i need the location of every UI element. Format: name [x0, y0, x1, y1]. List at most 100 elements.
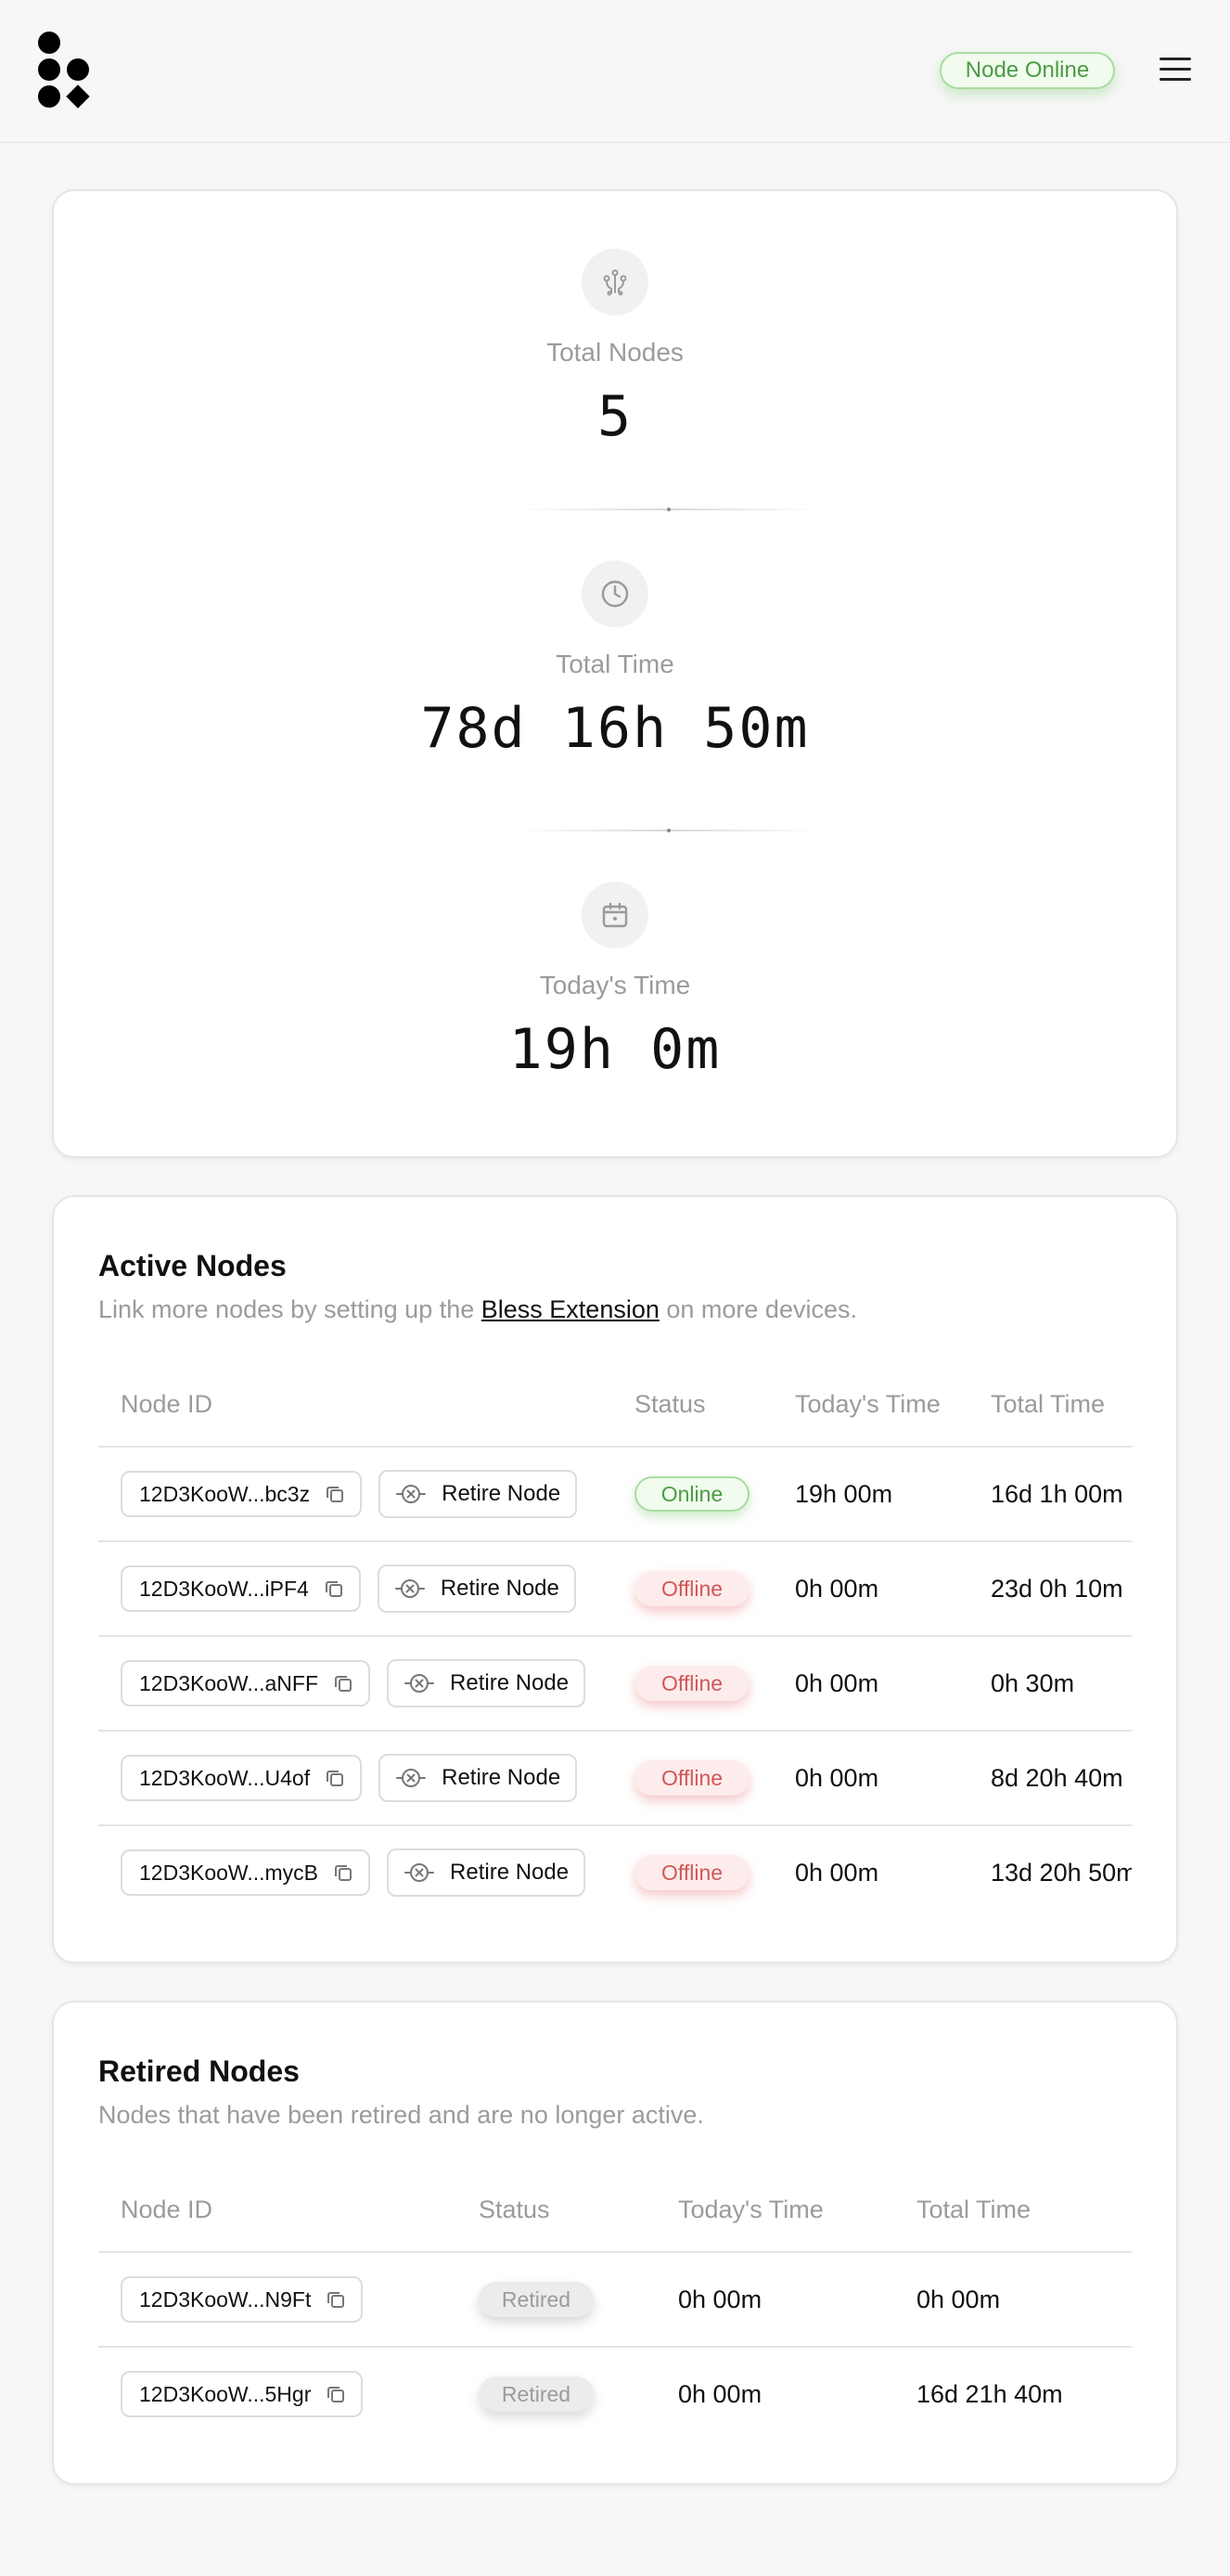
node-id-cell: 12D3KooW...5Hgr	[121, 2348, 364, 2441]
table-row: 12D3KooW...5Hgr Retired 0h 00m 16d 21h 40m	[98, 2348, 1132, 2442]
node-id-chip[interactable]: 12D3KooW...aNFF	[121, 1660, 371, 1707]
status-cell: Retired	[479, 2253, 594, 2346]
total-nodes-value: 5	[596, 384, 634, 449]
column-header-total-time: Total Time	[991, 1390, 1106, 1418]
calendar-icon	[582, 882, 648, 948]
retired-nodes-card: Retired Nodes Nodes that have been retir…	[52, 2001, 1178, 2485]
node-id-chip[interactable]: 12D3KooW...U4of	[121, 1755, 363, 1801]
table-header: Node ID Status Today's Time Total Time	[98, 1370, 1132, 1448]
node-id-chip[interactable]: 12D3KooW...iPF4	[121, 1565, 361, 1612]
node-id-chip[interactable]: 12D3KooW...5Hgr	[121, 2371, 364, 2417]
copy-icon[interactable]	[333, 1673, 353, 1694]
retire-node-button[interactable]: Retire Node	[378, 1754, 578, 1802]
retire-icon	[404, 1861, 450, 1885]
table-row: 12D3KooW...N9Ft Retired 0h 00m 0h 00m	[98, 2253, 1132, 2348]
total-time-stat: Total Time 78d 16h 50m	[54, 560, 1176, 761]
active-nodes-subtitle: Link more nodes by setting up the Bless …	[98, 1295, 857, 1324]
node-id-text: 12D3KooW...5Hgr	[139, 2381, 312, 2406]
todays-time-value: 19h 0m	[508, 1017, 722, 1082]
copy-icon[interactable]	[326, 2289, 346, 2310]
active-nodes-table: Node ID Status Today's Time Total Time 1…	[98, 1370, 1132, 1926]
table-row: 12D3KooW...aNFF Retire Node Offline 0h 00m 0…	[98, 1637, 1132, 1732]
nodes-network-icon	[582, 249, 648, 316]
node-id-chip[interactable]: 12D3KooW...bc3z	[121, 1471, 363, 1517]
retired-nodes-table: Node ID Status Today's Time Total Time 1…	[98, 2175, 1132, 2446]
copy-icon[interactable]	[325, 1768, 345, 1788]
retire-node-button[interactable]: Retire Node	[387, 1848, 586, 1897]
subtitle-text: Link more nodes by setting up the	[98, 1295, 481, 1323]
total-time-cell: 16d 1h 00m	[991, 1479, 1123, 1508]
table-header: Node ID Status Today's Time Total Time	[98, 2175, 1132, 2253]
node-id-cell: 12D3KooW...mycB Retire Node	[121, 1826, 586, 1919]
total-time-value: 78d 16h 50m	[420, 696, 810, 761]
status-badge: Retired	[479, 2376, 594, 2412]
todays-time-cell: 0h 00m	[795, 1763, 879, 1792]
retire-node-button[interactable]: Retire Node	[387, 1659, 586, 1707]
status-badge: Offline	[634, 1760, 750, 1796]
status-badge: Offline	[634, 1855, 750, 1890]
node-id-text: 12D3KooW...U4of	[139, 1765, 311, 1790]
total-time-cell: 13d 20h 50m	[991, 1858, 1132, 1887]
active-nodes-card: Active Nodes Link more nodes by setting …	[52, 1195, 1178, 1964]
status-cell: Offline	[634, 1732, 750, 1824]
table-row: 12D3KooW...mycB Retire Node Offline 0h 00m 1…	[98, 1826, 1132, 1921]
todays-time-cell: 0h 00m	[678, 2379, 762, 2408]
todays-time-label: Today's Time	[539, 971, 691, 999]
retired-nodes-title: Retired Nodes	[98, 2054, 300, 2088]
todays-time-cell: 19h 00m	[795, 1479, 893, 1508]
todays-time-cell: 0h 00m	[795, 1858, 879, 1887]
copy-icon[interactable]	[324, 1578, 344, 1599]
todays-time-cell: 0h 00m	[795, 1668, 879, 1697]
subtitle-text: on more devices.	[659, 1295, 857, 1323]
node-id-cell: 12D3KooW...N9Ft	[121, 2253, 364, 2346]
node-id-text: 12D3KooW...iPF4	[139, 1576, 309, 1601]
node-id-chip[interactable]: 12D3KooW...N9Ft	[121, 2276, 364, 2323]
retire-node-button[interactable]: Retire Node	[378, 1470, 578, 1518]
table-row: 12D3KooW...iPF4 Retire Node Offline 0h 00m 2…	[98, 1542, 1132, 1637]
retire-node-label: Retire Node	[442, 1481, 561, 1506]
retire-node-button[interactable]: Retire Node	[377, 1565, 576, 1613]
active-nodes-title: Active Nodes	[98, 1249, 287, 1282]
stats-card: Total Nodes 5 Total Time 78d 16h 50m Tod…	[52, 189, 1178, 1158]
clock-icon	[582, 560, 648, 627]
retire-node-label: Retire Node	[450, 1670, 570, 1695]
node-id-text: 12D3KooW...bc3z	[139, 1481, 311, 1506]
todays-time-cell: 0h 00m	[795, 1574, 879, 1603]
table-row: 12D3KooW...bc3z Retire Node Online 19h 00m 1…	[98, 1448, 1132, 1542]
total-time-cell: 0h 00m	[916, 2285, 1001, 2313]
node-id-chip[interactable]: 12D3KooW...mycB	[121, 1849, 371, 1896]
retired-nodes-subtitle: Nodes that have been retired and are no …	[98, 2101, 704, 2129]
bless-extension-link[interactable]: Bless Extension	[481, 1295, 660, 1323]
retire-icon	[404, 1671, 450, 1695]
status-cell: Retired	[479, 2348, 594, 2441]
top-header: Node Online	[0, 0, 1230, 143]
column-header-node-id: Node ID	[121, 1390, 213, 1418]
column-header-todays-time: Today's Time	[795, 1390, 941, 1418]
status-cell: Online	[634, 1448, 750, 1540]
todays-time-stat: Today's Time 19h 0m	[54, 882, 1176, 1082]
copy-icon[interactable]	[325, 1484, 345, 1504]
status-badge: Online	[634, 1476, 750, 1512]
total-nodes-label: Total Nodes	[546, 338, 684, 367]
section-divider	[518, 508, 820, 511]
todays-time-cell: 0h 00m	[678, 2285, 762, 2313]
column-header-total-time: Total Time	[916, 2196, 1031, 2223]
total-time-cell: 8d 20h 40m	[991, 1763, 1123, 1792]
node-id-text: 12D3KooW...N9Ft	[139, 2286, 312, 2312]
copy-icon[interactable]	[333, 1862, 353, 1883]
status-cell: Offline	[634, 1637, 750, 1730]
column-header-todays-time: Today's Time	[678, 2196, 824, 2223]
retire-icon	[395, 1766, 442, 1790]
total-time-cell: 0h 30m	[991, 1668, 1075, 1697]
copy-icon[interactable]	[326, 2384, 346, 2404]
bless-logo[interactable]	[37, 31, 91, 109]
retire-icon	[395, 1482, 442, 1506]
total-nodes-stat: Total Nodes 5	[54, 249, 1176, 449]
column-header-node-id: Node ID	[121, 2196, 213, 2223]
column-header-status: Status	[634, 1390, 706, 1418]
retire-icon	[394, 1577, 441, 1601]
node-id-text: 12D3KooW...mycB	[139, 1860, 319, 1885]
hamburger-menu-icon[interactable]	[1160, 58, 1191, 84]
status-badge: Retired	[479, 2282, 594, 2317]
status-badge: Offline	[634, 1571, 750, 1606]
